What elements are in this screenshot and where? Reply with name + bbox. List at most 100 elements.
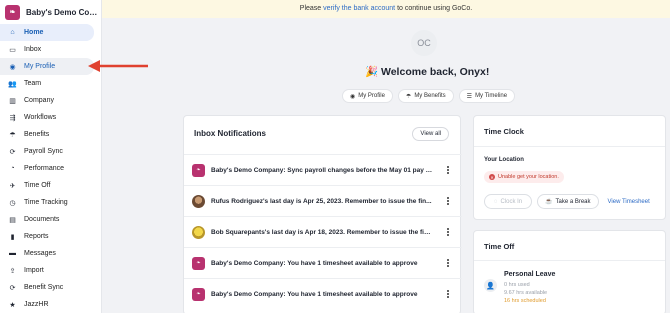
umbrella-icon: ☂ — [405, 93, 412, 100]
import-icon: ⇪ — [9, 267, 16, 275]
more-options-icon[interactable] — [442, 288, 454, 300]
company-name: Baby's Demo Comp... — [26, 7, 98, 17]
sidebar-item-label: Home — [24, 29, 44, 36]
quick-links: ◉ My Profile ☂ My Benefits ☰ My Timeline — [342, 89, 516, 103]
more-options-icon[interactable] — [442, 226, 454, 238]
user-icon: ◉ — [350, 93, 356, 100]
more-options-icon[interactable] — [442, 195, 454, 207]
notification-row[interactable]: ❧ Baby's Demo Company: You have 1 timeshe… — [184, 278, 462, 309]
sidebar: ❧ Baby's Demo Comp... ⌂ Home ▭ Inbox ◉ My Pro… — [0, 0, 102, 313]
sidebar-item-import[interactable]: ⇪ Import — [0, 262, 101, 279]
annotation-arrow — [88, 60, 148, 72]
sidebar-item-documents[interactable]: ▤ Documents — [0, 211, 101, 228]
more-options-icon[interactable] — [442, 164, 454, 176]
sidebar-item-benefit-sync[interactable]: ⟳ Benefit Sync — [0, 279, 101, 296]
notification-row[interactable]: Bob Squarepants's last day is Apr 18, 20… — [184, 216, 462, 247]
sidebar-item-label: Benefit Sync — [24, 284, 64, 291]
clock-in-label: Clock In — [500, 198, 523, 205]
my-timeline-label: My Timeline — [475, 93, 508, 99]
party-icon: 🎉 — [365, 66, 379, 78]
notification-text: Baby's Demo Company: Sync payroll change… — [211, 166, 433, 174]
sidebar-item-time-tracking[interactable]: ◷ Time Tracking — [0, 194, 101, 211]
team-icon: 👥 — [8, 80, 17, 88]
company-logo: ❧ — [192, 287, 205, 301]
inbox-icon: ▭ — [9, 46, 16, 54]
my-timeline-button[interactable]: ☰ My Timeline — [458, 89, 516, 103]
sidebar-item-benefits[interactable]: ☂ Benefits — [0, 126, 101, 143]
employee-avatar — [192, 194, 205, 208]
clock-icon: ◷ — [9, 199, 16, 207]
inbox-title: Inbox Notifications — [194, 129, 266, 138]
notification-row[interactable]: Rufus Rodriguez's last day is Apr 25, 20… — [184, 185, 462, 216]
sidebar-item-label: Messages — [24, 250, 56, 257]
sidebar-item-home[interactable]: ⌂ Home — [0, 24, 94, 41]
more-options-icon[interactable] — [442, 257, 454, 269]
user-avatar[interactable]: OC — [411, 30, 437, 56]
plane-icon: ✈ — [9, 182, 16, 190]
clock-in-button[interactable]: ◌ Clock In — [484, 194, 532, 209]
my-profile-label: My Profile — [358, 93, 385, 99]
sidebar-item-label: Team — [24, 80, 42, 87]
loading-icon: ◌ — [493, 198, 498, 205]
sidebar-item-label: Time Off — [24, 182, 51, 189]
sidebar-item-label: Documents — [24, 216, 60, 223]
employee-avatar — [192, 225, 205, 239]
sidebar-item-label: JazzHR — [24, 301, 49, 308]
view-timesheet-link[interactable]: View Timesheet — [608, 199, 650, 205]
sidebar-item-inbox[interactable]: ▭ Inbox — [0, 41, 101, 58]
verify-bank-link[interactable]: verify the bank account — [323, 5, 395, 12]
my-benefits-button[interactable]: ☂ My Benefits — [397, 89, 454, 103]
notification-row[interactable]: ❧ Baby's Demo Company: Sync payroll chang… — [184, 154, 462, 185]
notification-text: Rufus Rodriguez's last day is Apr 25, 20… — [211, 197, 432, 205]
take-break-button[interactable]: ☕ Take a Break — [537, 194, 599, 209]
sidebar-item-my-profile[interactable]: ◉ My Profile — [0, 58, 94, 75]
coffee-icon: ☕ — [545, 199, 553, 205]
gauge-icon: ◔ — [10, 165, 15, 172]
welcome-title: Welcome back, Onyx! — [381, 66, 490, 78]
workflow-icon: ⇶ — [9, 114, 16, 122]
person-icon: 👤 — [484, 279, 497, 292]
umbrella-icon: ☂ — [9, 131, 16, 139]
welcome-heading: 🎉 Welcome back, Onyx! — [365, 65, 489, 78]
verify-bank-banner: Please verify the bank account to contin… — [102, 0, 670, 18]
sidebar-item-label: Benefits — [24, 131, 50, 138]
time-clock-card: Time Clock Your Location ✕ Unable get you… — [473, 115, 666, 220]
sidebar-item-label: Import — [24, 267, 44, 274]
bar-chart-icon: ▮ — [10, 233, 15, 241]
sidebar-item-label: Inbox — [24, 46, 42, 53]
sidebar-item-label: Company — [24, 97, 54, 104]
inbox-notifications-card: Inbox Notifications View all ❧ Baby's Dem… — [183, 115, 462, 313]
sidebar-item-reports[interactable]: ▮ Reports — [0, 228, 101, 245]
sidebar-item-label: Payroll Sync — [24, 148, 63, 155]
notification-row[interactable]: ❧ Baby's Demo Company: You have 1 timeshe… — [184, 247, 462, 278]
banner-text-suffix: to continue using GoCo. — [395, 5, 473, 12]
sidebar-item-label: Workflows — [24, 114, 57, 121]
user-circle-icon: ◉ — [9, 63, 16, 71]
banner-text-prefix: Please — [299, 5, 324, 12]
view-all-button[interactable]: View all — [412, 127, 449, 141]
sidebar-item-time-off[interactable]: ✈ Time Off — [0, 177, 101, 194]
divider — [474, 260, 665, 261]
location-warning-badge: ✕ Unable get your location. — [484, 171, 564, 183]
sidebar-item-team[interactable]: 👥 Team — [0, 75, 101, 92]
notification-text: Bob Squarepants's last day is Apr 18, 20… — [211, 228, 433, 236]
sidebar-item-payroll-sync[interactable]: ⟳ Payroll Sync — [0, 143, 101, 160]
sidebar-item-jazzhr[interactable]: ★ JazzHR — [0, 296, 101, 313]
sidebar-item-performance[interactable]: ◔ Performance — [0, 160, 101, 177]
my-profile-button[interactable]: ◉ My Profile — [342, 89, 393, 103]
hours-available: 9.67 hrs available — [504, 290, 548, 296]
location-label: Your Location — [484, 157, 524, 163]
sync-icon: ⟳ — [9, 148, 16, 156]
sidebar-item-label: My Profile — [24, 63, 56, 70]
policy-name[interactable]: Personal Leave — [504, 271, 555, 278]
company-switcher[interactable]: ❧ Baby's Demo Comp... — [0, 0, 101, 24]
document-icon: ▤ — [9, 216, 16, 224]
company-logo: ❧ — [5, 4, 20, 20]
sidebar-item-workflows[interactable]: ⇶ Workflows — [0, 109, 101, 126]
sidebar-item-company[interactable]: ▥ Company — [0, 92, 101, 109]
sidebar-nav: ⌂ Home ▭ Inbox ◉ My Profile 👥 Team ▥ Company ⇶ Work… — [0, 24, 101, 313]
sidebar-item-messages[interactable]: ▬ Messages — [0, 245, 101, 262]
error-icon: ✕ — [489, 174, 495, 180]
sync-icon: ⟳ — [9, 284, 16, 292]
time-clock-title: Time Clock — [484, 127, 524, 136]
